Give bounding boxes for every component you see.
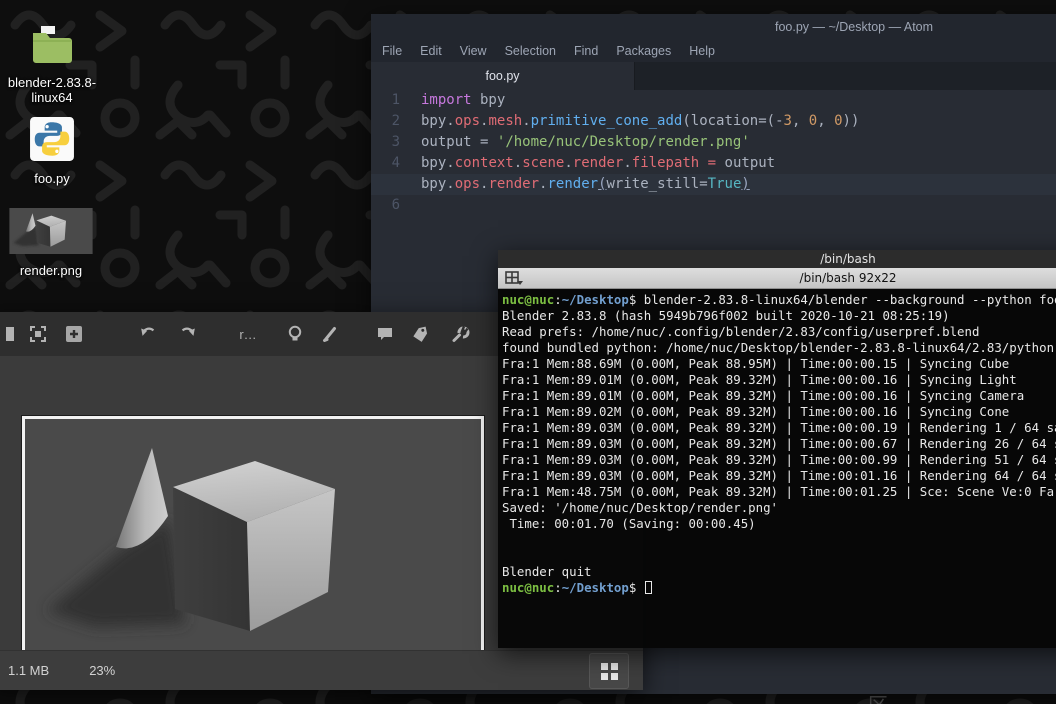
menu-edit[interactable]: Edit — [411, 42, 451, 60]
desktop-icon-label: render.png — [19, 263, 83, 278]
desktop-icon-blender-folder[interactable]: blender-2.83.8- linux64 — [4, 24, 100, 105]
line-number: 3 — [391, 134, 400, 150]
terminal-line: Fra:1 Mem:89.02M (0.00M, Peak 89.32M) | … — [502, 404, 1010, 419]
terminal-line: Fra:1 Mem:89.03M (0.00M, Peak 89.32M) | … — [502, 420, 1056, 435]
menu-packages[interactable]: Packages — [607, 42, 680, 60]
desktop-icon-label: foo.py — [34, 171, 70, 186]
zoom-level-label: 23% — [89, 663, 116, 678]
line-number: 6 — [391, 197, 400, 213]
file-size-label: 1.1 MB — [8, 663, 50, 678]
atom-window-title: foo.py — ~/Desktop — Atom — [774, 20, 934, 34]
terminal-line: Time: 00:01.70 (Saving: 00:00.45) — [502, 516, 756, 531]
line-number: 2 — [391, 113, 400, 129]
terminal-window: /bin/bash /bin/bash 92x22 nuc@nuc:~/Desk… — [498, 250, 1056, 648]
crop-icon[interactable]: r… — [238, 324, 258, 344]
terminal-titlebar[interactable]: /bin/bash — [498, 250, 1056, 268]
folder-icon — [28, 24, 76, 71]
terminal-content[interactable]: nuc@nuc:~/Desktop$ blender-2.83.8-linux6… — [498, 289, 1056, 648]
terminal-line: found bundled python: /home/nuc/Desktop/… — [502, 340, 1055, 355]
desktop-icon-foo-py[interactable]: foo.py — [4, 116, 100, 186]
terminal-line: Fra:1 Mem:89.01M (0.00M, Peak 89.32M) | … — [502, 388, 1025, 403]
terminal-line: Read prefs: /home/nuc/.config/blender/2.… — [502, 324, 980, 339]
viewer-statusbar: 1.1 MB 23% — [0, 650, 643, 690]
paint-icon[interactable] — [320, 324, 340, 344]
comment-icon[interactable] — [375, 324, 395, 344]
terminal-line: Fra:1 Mem:89.03M (0.00M, Peak 89.32M) | … — [502, 436, 1056, 451]
terminal-line: Saved: '/home/nuc/Desktop/render.png' — [502, 500, 779, 515]
menu-help[interactable]: Help — [680, 42, 724, 60]
undo-icon[interactable] — [138, 324, 158, 344]
code-line: import bpy — [421, 92, 506, 108]
grid-icon — [600, 662, 618, 680]
code-line: bpy.ops.render.render(write_still=True) — [371, 174, 1056, 195]
terminal-line: Fra:1 Mem:48.75M (0.00M, Peak 89.32M) | … — [502, 484, 1056, 499]
atom-tabbar: foo.py — [371, 62, 1056, 90]
python-file-icon — [29, 116, 75, 167]
tab-label: foo.py — [485, 69, 520, 83]
terminal-menu-icon[interactable] — [505, 271, 525, 291]
terminal-toolbar: /bin/bash 92x22 — [498, 268, 1056, 289]
tab-foo-py[interactable]: foo.py — [371, 62, 635, 90]
terminal-size-label: /bin/bash 92x22 — [799, 271, 897, 285]
code-line: output = '/home/nuc/Desktop/render.png' — [421, 134, 750, 150]
thumbnail-pane-button[interactable] — [589, 653, 629, 689]
tools-icon[interactable] — [450, 324, 470, 344]
menu-file[interactable]: File — [373, 42, 411, 60]
terminal-cursor — [644, 581, 652, 594]
tag-icon[interactable] — [410, 324, 430, 344]
terminal-line: Blender quit — [502, 564, 592, 579]
render-thumbnail-icon — [9, 208, 93, 259]
line-number: 4 — [391, 155, 400, 171]
browser-icon[interactable] — [0, 324, 14, 344]
desktop-icon-render-png[interactable]: render.png — [3, 208, 99, 278]
line-number: 1 — [391, 92, 400, 108]
terminal-line: Fra:1 Mem:89.03M (0.00M, Peak 89.32M) | … — [502, 468, 1056, 483]
terminal-line: Fra:1 Mem:89.03M (0.00M, Peak 89.32M) | … — [502, 452, 1056, 467]
fit-window-icon[interactable] — [28, 324, 48, 344]
terminal-line: Fra:1 Mem:88.69M (0.00M, Peak 88.95M) | … — [502, 356, 1010, 371]
terminal-window-title: /bin/bash — [820, 252, 876, 266]
menu-view[interactable]: View — [451, 42, 496, 60]
desktop-icon-label: blender-2.83.8- linux64 — [7, 75, 97, 105]
desktop: @稀土掘金技术社区 blender-2.83.8-linux64 foo.py … — [0, 0, 1056, 704]
atom-menubar: File Edit View Selection Find Packages Help — [371, 40, 1056, 62]
menu-selection[interactable]: Selection — [496, 42, 565, 60]
atom-titlebar[interactable]: foo.py — ~/Desktop — Atom — [371, 14, 1056, 40]
terminal-line: Fra:1 Mem:89.01M (0.00M, Peak 89.32M) | … — [502, 372, 1017, 387]
terminal-line: Blender 2.83.8 (hash 5949b796f002 built … — [502, 308, 950, 323]
terminal-line: nuc@nuc:~/Desktop$ — [502, 580, 1056, 596]
code-line: bpy.context.scene.render.filepath = outp… — [421, 155, 776, 171]
terminal-line: nuc@nuc:~/Desktop$ blender-2.83.8-linux6… — [502, 292, 1056, 307]
adjust-colors-icon[interactable] — [285, 324, 305, 344]
render-image — [22, 416, 484, 674]
redo-icon[interactable] — [178, 324, 198, 344]
zoom-in-icon[interactable] — [64, 324, 84, 344]
menu-find[interactable]: Find — [565, 42, 607, 60]
code-line: bpy.ops.mesh.primitive_cone_add(location… — [421, 113, 860, 129]
